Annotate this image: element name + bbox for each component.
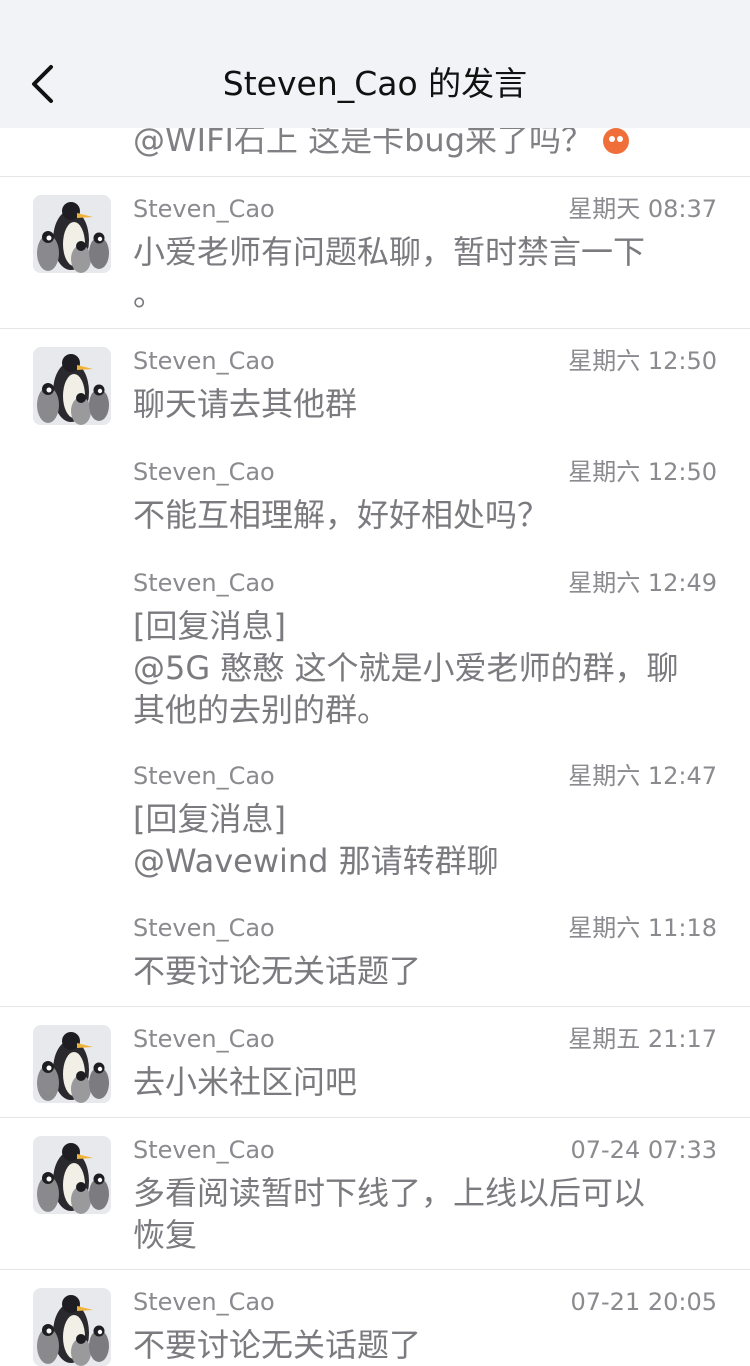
author-name[interactable]: Steven_Cao (133, 1135, 275, 1165)
message-text: 小爱老师有问题私聊，暂时禁言一下 。 (133, 233, 646, 313)
avatar[interactable] (33, 1288, 111, 1366)
message-text: 不要讨论无关话题了 (133, 1326, 422, 1364)
divider (0, 176, 750, 177)
author-name[interactable]: Steven_Cao (133, 1024, 275, 1054)
message-text: 不要讨论无关话题了 (133, 952, 422, 990)
message-time: 星期六 12:49 (568, 569, 717, 597)
nav-header: Steven_Cao 的发言 (0, 0, 750, 128)
author-name[interactable]: Steven_Cao (133, 194, 275, 224)
avatar[interactable] (33, 347, 111, 425)
message-text: [回复消息] @Wavewind 那请转群聊 (133, 800, 499, 880)
message-time: 星期天 08:37 (568, 195, 717, 223)
emoji-face-icon (603, 128, 630, 154)
avatar[interactable] (33, 1136, 111, 1214)
avatar[interactable] (33, 195, 111, 273)
message-time: 星期六 11:18 (568, 914, 717, 942)
message-text: 多看阅读暂时下线了，上线以后可以 恢复 (133, 1174, 646, 1254)
author-name[interactable]: Steven_Cao (133, 913, 275, 943)
message-text: [回复消息] @5G 憨憨 这个就是小爱老师的群，聊 其他的去别的群。 (133, 607, 679, 729)
message-text: 不能互相理解，好好相处吗？ (133, 496, 550, 534)
divider (0, 1006, 750, 1007)
message-time: 07-21 20:05 (570, 1288, 717, 1316)
author-name[interactable]: Steven_Cao (133, 761, 275, 791)
message-text: 去小米社区问吧 (133, 1063, 358, 1101)
divider (0, 328, 750, 329)
message-time: 星期六 12:50 (568, 458, 717, 486)
divider (0, 1117, 750, 1118)
message-time: 星期五 21:17 (568, 1025, 717, 1053)
avatar[interactable] (33, 1025, 111, 1103)
message-time: 07-24 07:33 (570, 1136, 717, 1164)
author-name[interactable]: Steven_Cao (133, 568, 275, 598)
page-title: Steven_Cao 的发言 (222, 64, 528, 103)
author-name[interactable]: Steven_Cao (133, 457, 275, 487)
author-name[interactable]: Steven_Cao (133, 1287, 275, 1317)
author-name[interactable]: Steven_Cao (133, 346, 275, 376)
divider (0, 1269, 750, 1270)
message-time: 星期六 12:47 (568, 762, 717, 790)
message-list: @WIFI石上 这是卡bug来了吗？ Steven_Cao 星期天 08:37 … (0, 0, 750, 1366)
message-time: 星期六 12:50 (568, 347, 717, 375)
message-text: 聊天请去其他群 (133, 385, 358, 423)
